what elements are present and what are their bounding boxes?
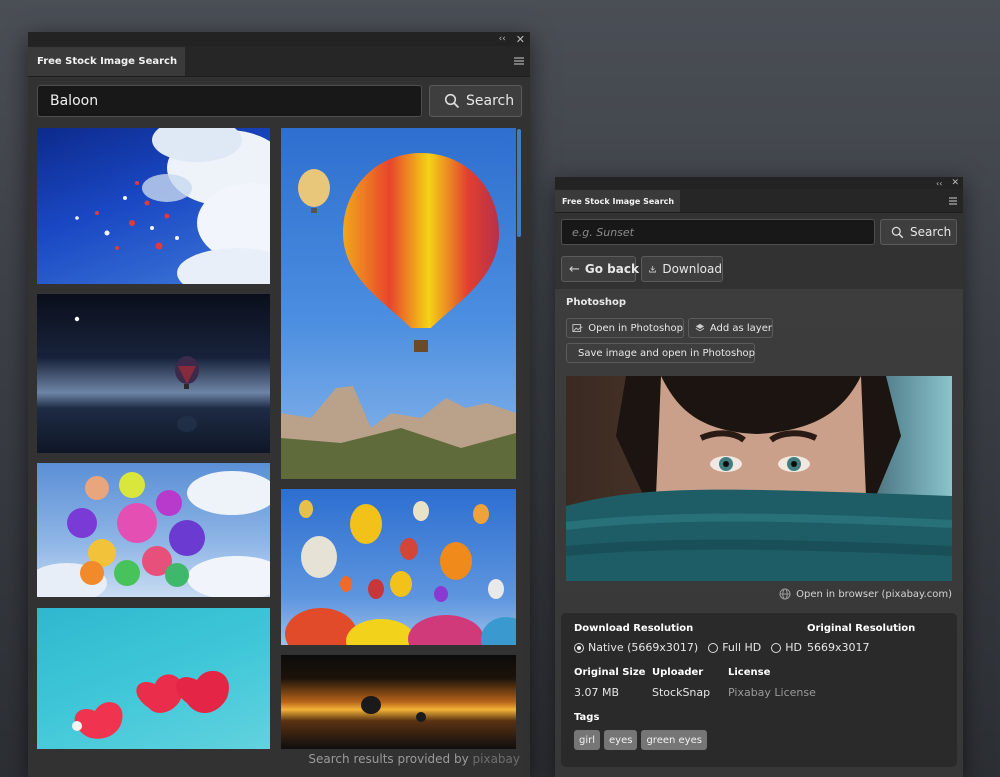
license-value[interactable]: Pixabay License (728, 686, 816, 699)
left-panel: ‹‹ ✕ Free Stock Image Search Baloon Sear… (28, 32, 530, 777)
resolution-option-hd-label: HD (785, 641, 803, 654)
download-icon (649, 265, 657, 273)
resolution-option-fullhd[interactable]: Full HD (708, 641, 761, 654)
tags-label: Tags (574, 712, 600, 723)
download-button[interactable]: Download (641, 256, 723, 282)
tab-free-stock-image-search[interactable]: Free Stock Image Search (28, 47, 186, 76)
result-image-5-art (285, 500, 516, 645)
collapse-icon[interactable]: ‹‹ (936, 179, 942, 188)
radio-icon (771, 642, 782, 653)
result-image-3[interactable] (281, 128, 516, 479)
original-size-label: Original Size (574, 667, 646, 678)
uploader-value: StockSnap (652, 686, 711, 699)
search-button-label: Search (910, 225, 952, 239)
result-image-1[interactable] (37, 128, 270, 284)
save-and-open-label: Save image and open in Photoshop (578, 347, 756, 359)
close-icon[interactable]: ✕ (516, 33, 525, 46)
resolution-option-native[interactable]: Native (5669x3017) (574, 641, 698, 654)
result-image-3-art (281, 153, 516, 479)
tag-green-eyes[interactable]: green eyes (641, 730, 707, 750)
search-icon (891, 226, 904, 238)
result-image-2-art (74, 316, 199, 432)
open-image-icon (572, 323, 583, 332)
search-button[interactable]: Search (880, 219, 957, 245)
search-button[interactable]: Search (429, 85, 522, 117)
results-grid (28, 127, 530, 749)
panel-menu-icon[interactable] (514, 56, 524, 67)
radio-selected-icon (574, 642, 584, 653)
result-image-2[interactable] (37, 294, 270, 453)
uploader-label: Uploader (652, 667, 704, 678)
result-image-7[interactable] (281, 655, 516, 749)
open-in-browser-link[interactable]: Open in browser (pixabay.com) (779, 588, 952, 600)
arrow-left-icon: ← (569, 261, 580, 277)
pixabay-link[interactable]: pixabay (473, 752, 520, 766)
result-image-4[interactable] (37, 463, 270, 597)
search-input-value: Baloon (50, 93, 99, 109)
collapse-icon[interactable]: ‹‹ (499, 34, 506, 44)
result-image-6-art (72, 670, 230, 739)
search-input-placeholder: e.g. Sunset (572, 225, 634, 239)
resolution-option-fullhd-label: Full HD (722, 641, 762, 654)
photoshop-section-title: Photoshop (566, 297, 627, 308)
tab-free-stock-image-search[interactable]: Free Stock Image Search (555, 190, 681, 212)
right-panel: ‹‹ ✕ Free Stock Image Search e.g. Sunset… (555, 177, 963, 777)
search-input[interactable]: e.g. Sunset (561, 219, 875, 245)
tag-eyes[interactable]: eyes (604, 730, 638, 750)
result-image-6[interactable] (37, 608, 270, 749)
save-and-open-button[interactable]: Save image and open in Photoshop (566, 343, 755, 363)
detail-content: Photoshop Open in Photoshop Add as layer… (555, 289, 963, 777)
open-in-photoshop-button[interactable]: Open in Photoshop (566, 318, 684, 338)
result-image-5[interactable] (281, 489, 516, 645)
globe-icon (779, 588, 791, 600)
resolution-option-native-label: Native (5669x3017) (588, 641, 699, 654)
panel-menu-icon[interactable] (949, 195, 957, 206)
resolution-option-hd[interactable]: HD (771, 641, 802, 654)
results-scrollbar[interactable] (517, 129, 521, 237)
panel-tab-row: Free Stock Image Search (28, 46, 530, 77)
results-footer: Search results provided by pixabay (308, 752, 520, 766)
resolution-options: Native (5669x3017) Full HD HD (574, 641, 802, 654)
search-button-label: Search (466, 93, 515, 109)
original-resolution-value: 5669x3017 (807, 641, 870, 654)
result-image-7-art (361, 696, 426, 722)
result-image-1-art (75, 128, 270, 284)
details-card: Download Resolution Native (5669x3017) F… (561, 613, 957, 767)
search-icon (444, 93, 460, 109)
go-back-button[interactable]: ← Go back (561, 256, 639, 282)
tags-list: girl eyes green eyes (574, 730, 707, 750)
footer-prefix: Search results provided by (308, 752, 469, 766)
download-resolution-label: Download Resolution (574, 623, 694, 634)
open-in-browser-label: Open in browser (pixabay.com) (796, 588, 952, 600)
search-input[interactable]: Baloon (37, 85, 422, 117)
add-as-layer-button[interactable]: Add as layer (688, 318, 773, 338)
license-label: License (728, 667, 771, 678)
go-back-label: Go back (584, 262, 639, 276)
close-icon[interactable]: ✕ (951, 178, 959, 188)
original-resolution-label: Original Resolution (807, 623, 916, 634)
download-label: Download (662, 262, 722, 276)
panel-top-strip: ‹‹ ✕ (28, 32, 530, 46)
result-image-4-art (37, 471, 270, 597)
radio-icon (708, 642, 719, 653)
original-size-value: 3.07 MB (574, 686, 620, 699)
add-as-layer-label: Add as layer (709, 322, 772, 334)
panel-tab-row: Free Stock Image Search (555, 189, 963, 213)
preview-image-art (566, 376, 952, 581)
layers-icon (695, 323, 705, 332)
tag-girl[interactable]: girl (574, 730, 601, 750)
panel-top-strip: ‹‹ ✕ (555, 177, 963, 189)
open-in-photoshop-label: Open in Photoshop (588, 322, 683, 334)
preview-image[interactable] (566, 376, 952, 581)
